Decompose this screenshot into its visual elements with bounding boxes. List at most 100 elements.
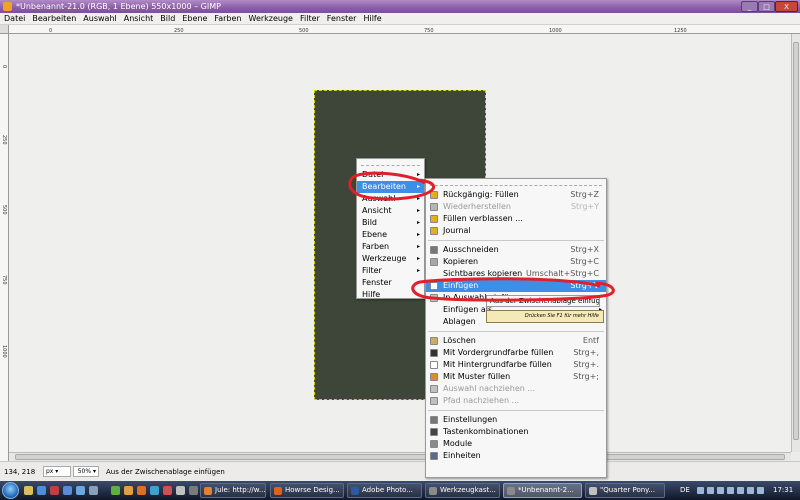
menu-item-hilfe[interactable]: Hilfe ▸ bbox=[357, 289, 424, 301]
menu-fenster[interactable]: Fenster bbox=[327, 14, 357, 23]
start-button[interactable] bbox=[2, 482, 19, 499]
app-icon[interactable] bbox=[163, 486, 172, 495]
menu-item-shortcut: Entf bbox=[582, 336, 599, 345]
menu-item-fenster[interactable]: Fenster ▸ bbox=[357, 277, 424, 289]
menu-item-einheiten[interactable]: Einheiten bbox=[426, 450, 606, 462]
taskbar-button-label: *Unbenannt-2... bbox=[518, 486, 574, 494]
menu-item-label: Bearbeiten bbox=[362, 182, 406, 191]
vertical-scrollbar[interactable] bbox=[791, 34, 800, 452]
firefox-icon[interactable] bbox=[137, 486, 146, 495]
menu-item-module[interactable]: Module bbox=[426, 438, 606, 450]
menu-item-einfugen[interactable]: Einfügen Strg+V bbox=[426, 280, 606, 292]
menu-item-ruckgangig-fullen[interactable]: Rückgängig: Füllen Strg+Z bbox=[426, 189, 606, 201]
horizontal-scrollbar[interactable] bbox=[9, 452, 791, 461]
unit-select[interactable]: px ▾ bbox=[43, 466, 71, 477]
taskbar-button[interactable]: Adobe Photo... bbox=[347, 483, 422, 498]
show-desktop-icon[interactable] bbox=[24, 486, 33, 495]
submenu-arrow-icon: ▸ bbox=[416, 219, 420, 226]
menu-farben[interactable]: Farben bbox=[214, 14, 241, 23]
app-icon[interactable] bbox=[111, 486, 120, 495]
media-icon[interactable] bbox=[50, 486, 59, 495]
menu-item-filter[interactable]: Filter ▸ bbox=[357, 265, 424, 277]
menu-item-ausschneiden[interactable]: Ausschneiden Strg+X bbox=[426, 244, 606, 256]
menu-item-ansicht[interactable]: Ansicht ▸ bbox=[357, 205, 424, 217]
tearoff-line[interactable] bbox=[430, 180, 602, 186]
menu-item-fullen-verblassen[interactable]: Füllen verblassen ... bbox=[426, 213, 606, 225]
tray-icon[interactable] bbox=[697, 487, 704, 494]
menu-bild[interactable]: Bild bbox=[160, 14, 175, 23]
submenu-arrow-icon: ▸ bbox=[416, 243, 420, 250]
menu-item-tastenkombinationen[interactable]: Tastenkombinationen bbox=[426, 426, 606, 438]
menu-separator bbox=[428, 240, 604, 241]
taskbar-button-label: Jule: http://w... bbox=[215, 486, 266, 494]
zoom-select[interactable]: 50% ▾ bbox=[73, 466, 99, 477]
taskbar-button[interactable]: "Quarter Pony... bbox=[585, 483, 665, 498]
menu-item-label: Filter bbox=[362, 266, 382, 275]
menu-hilfe[interactable]: Hilfe bbox=[363, 14, 381, 23]
menu-item-auswahl[interactable]: Auswahl ▸ bbox=[357, 193, 424, 205]
quick-mask-corner[interactable] bbox=[0, 25, 9, 34]
menu-item-label: Mit Vordergrundfarbe füllen bbox=[443, 348, 554, 357]
unit-value: px bbox=[46, 468, 54, 475]
bg-fill-icon bbox=[430, 361, 438, 369]
menu-item-datei[interactable]: Datei ▸ bbox=[357, 169, 424, 181]
app-icon[interactable] bbox=[124, 486, 133, 495]
menu-item-kopieren[interactable]: Kopieren Strg+C bbox=[426, 256, 606, 268]
volume-icon[interactable] bbox=[737, 487, 744, 494]
menu-datei[interactable]: Datei bbox=[4, 14, 25, 23]
menu-item-label: Füllen verblassen ... bbox=[443, 214, 523, 223]
messenger-icon[interactable] bbox=[76, 486, 85, 495]
menu-item-label: Bild bbox=[362, 218, 378, 227]
horizontal-ruler[interactable]: 0 250 500 750 1000 1250 bbox=[9, 25, 800, 34]
taskbar-button[interactable]: Howrse Desig... bbox=[270, 483, 344, 498]
menu-item-journal[interactable]: Journal bbox=[426, 225, 606, 237]
menu-item-mit-vordergrundfarbe-fullen[interactable]: Mit Vordergrundfarbe füllen Strg+, bbox=[426, 347, 606, 359]
menu-item-mit-hintergrundfarbe-fullen[interactable]: Mit Hintergrundfarbe füllen Strg+. bbox=[426, 359, 606, 371]
menu-item-ebene[interactable]: Ebene ▸ bbox=[357, 229, 424, 241]
maximize-button[interactable]: □ bbox=[758, 1, 775, 12]
menu-item-werkzeuge[interactable]: Werkzeuge ▸ bbox=[357, 253, 424, 265]
network-icon[interactable] bbox=[727, 487, 734, 494]
vertical-ruler[interactable]: 0 250 500 750 1000 bbox=[0, 25, 9, 461]
folder-icon[interactable] bbox=[63, 486, 72, 495]
menu-bearbeiten[interactable]: Bearbeiten bbox=[32, 14, 76, 23]
language-indicator[interactable]: DE bbox=[680, 481, 690, 500]
horizontal-scroll-thumb[interactable] bbox=[15, 454, 785, 460]
tray-icon[interactable] bbox=[707, 487, 714, 494]
menu-item-einstellungen[interactable]: Einstellungen bbox=[426, 414, 606, 426]
menu-item-bild[interactable]: Bild ▸ bbox=[357, 217, 424, 229]
taskbar-button[interactable]: Jule: http://w... bbox=[200, 483, 266, 498]
app-icon[interactable] bbox=[176, 486, 185, 495]
menu-item-loschen[interactable]: Löschen Entf bbox=[426, 335, 606, 347]
tray-icon[interactable] bbox=[757, 487, 764, 494]
submenu-arrow-icon: ▸ bbox=[416, 279, 420, 286]
internet-explorer-icon[interactable] bbox=[37, 486, 46, 495]
clock[interactable]: 17:31 bbox=[773, 481, 793, 500]
menu-item-label: Ansicht bbox=[362, 206, 392, 215]
vertical-scroll-thumb[interactable] bbox=[793, 42, 799, 440]
menu-werkzeuge[interactable]: Werkzeuge bbox=[249, 14, 293, 23]
minimize-button[interactable]: _ bbox=[741, 1, 758, 12]
menu-auswahl[interactable]: Auswahl bbox=[83, 14, 116, 23]
menu-item-wiederherstellen: Wiederherstellen Strg+Y bbox=[426, 201, 606, 213]
computer-icon[interactable] bbox=[89, 486, 98, 495]
window-title-bar[interactable]: *Unbenannt-21.0 (RGB, 1 Ebene) 550x1000 … bbox=[0, 0, 800, 13]
menu-item-sichtbares-kopieren[interactable]: Sichtbares kopieren Umschalt+Strg+C bbox=[426, 268, 606, 280]
menu-ebene[interactable]: Ebene bbox=[182, 14, 207, 23]
menu-item-bearbeiten[interactable]: Bearbeiten ▸ bbox=[357, 181, 424, 193]
menu-filter[interactable]: Filter bbox=[300, 14, 320, 23]
menu-item-mit-muster-fullen[interactable]: Mit Muster füllen Strg+; bbox=[426, 371, 606, 383]
tray-icon[interactable] bbox=[747, 487, 754, 494]
menu-item-farben[interactable]: Farben ▸ bbox=[357, 241, 424, 253]
menu-ansicht[interactable]: Ansicht bbox=[124, 14, 154, 23]
taskbar-app-icon bbox=[507, 487, 515, 495]
tearoff-line[interactable] bbox=[361, 160, 420, 166]
tray-icon[interactable] bbox=[717, 487, 724, 494]
taskbar-button[interactable]: Werkzeugkast... bbox=[425, 483, 500, 498]
app-icon[interactable] bbox=[150, 486, 159, 495]
taskbar-button[interactable]: *Unbenannt-2... bbox=[503, 483, 582, 498]
modules-icon bbox=[430, 440, 438, 448]
close-button[interactable]: X bbox=[775, 1, 798, 12]
paste-icon bbox=[430, 282, 438, 290]
app-icon[interactable] bbox=[189, 486, 198, 495]
